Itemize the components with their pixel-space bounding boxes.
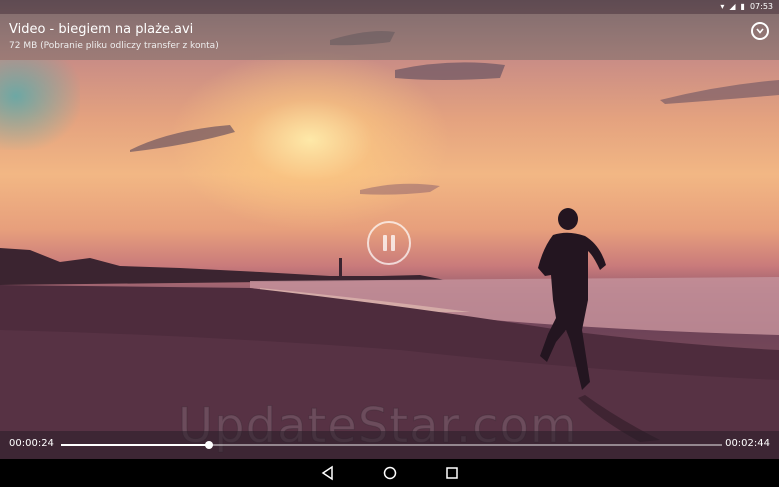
total-time: 00:02:44	[725, 438, 770, 449]
video-title: Video - biegiem na plaże.avi	[9, 22, 194, 37]
system-navigation-bar	[0, 459, 779, 487]
recents-icon[interactable]	[444, 465, 460, 481]
collapse-button[interactable]	[751, 22, 769, 40]
battery-icon: ▮	[740, 2, 745, 11]
back-icon[interactable]	[320, 465, 336, 481]
current-time: 00:00:24	[9, 438, 54, 449]
status-time: 07:53	[749, 2, 773, 11]
pause-icon	[383, 235, 387, 251]
seek-thumb[interactable]	[205, 441, 214, 449]
home-icon[interactable]	[382, 465, 398, 481]
chevron-down-icon	[756, 28, 764, 34]
video-subtitle: 72 MB (Pobranie pliku odliczy transfer z…	[9, 41, 219, 51]
pause-button[interactable]	[367, 221, 411, 265]
seek-bar[interactable]	[61, 441, 722, 449]
system-status-bar: ▾ ◢ ▮ 07:53	[0, 0, 779, 14]
seek-progress	[61, 444, 210, 446]
wifi-icon: ▾	[720, 2, 725, 11]
video-title-bar: Video - biegiem na plaże.avi 72 MB (Pobr…	[0, 14, 779, 60]
signal-icon: ◢	[729, 2, 736, 11]
player-controls: 00:00:24 00:02:44	[0, 431, 779, 459]
